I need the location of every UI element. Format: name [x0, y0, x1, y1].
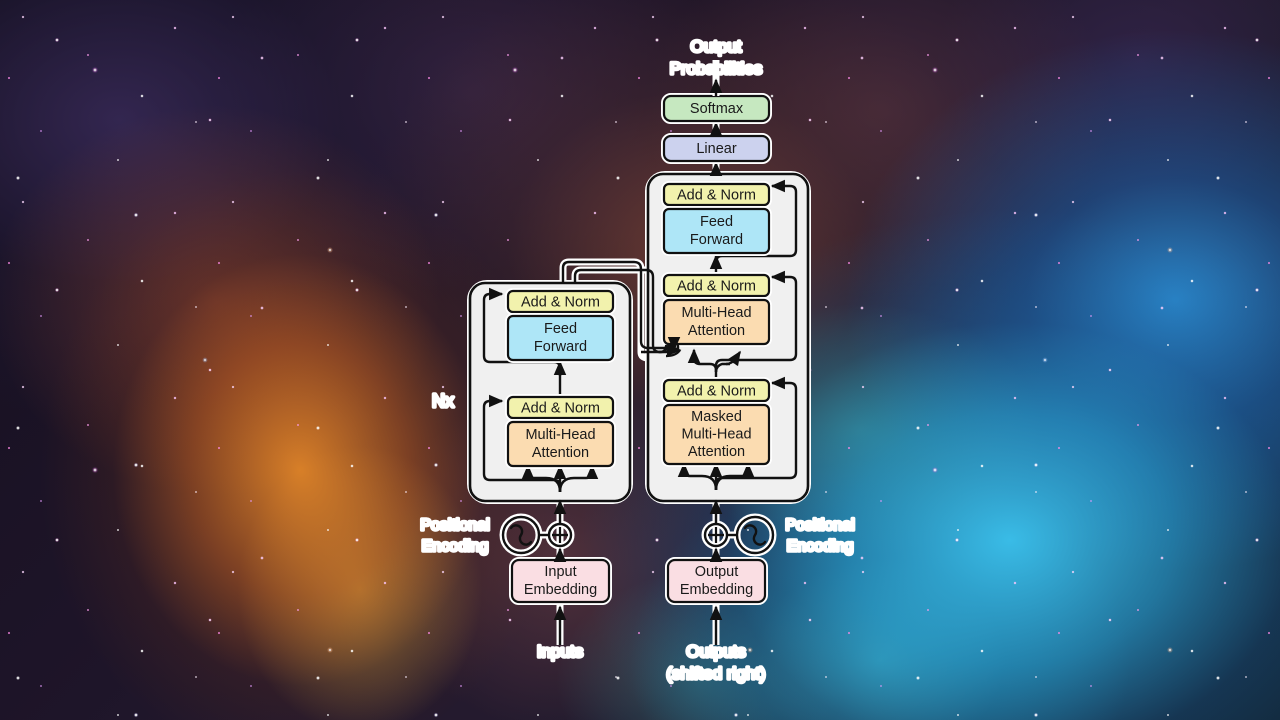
decoder-input-path: Output Embedding Positional Encoding Out… [665, 499, 856, 685]
decoder-add-norm-middle[interactable]: Add & Norm [661, 272, 772, 299]
encoder-add-norm-top-label: Add & Norm [521, 294, 600, 310]
decoder-masked-label-3: Attention [688, 444, 745, 460]
encoder-multi-head-attention-label-2: Attention [532, 445, 589, 461]
encoder-multi-head-attention[interactable]: Multi-Head Attention [505, 419, 616, 469]
output-embedding-label-2: Embedding [680, 582, 753, 598]
decoder-add-node [703, 522, 729, 548]
decoder-masked-label-2: Multi-Head [681, 426, 751, 442]
encoder-add-norm-bottom-label: Add & Norm [521, 400, 600, 416]
linear-block[interactable]: Linear [661, 133, 772, 164]
positional-encoding-label-right-1: Positional [785, 517, 854, 534]
decoder-stack: Add & Norm Feed Forward Add & Norm Multi… [646, 172, 810, 503]
softmax-block[interactable]: Softmax [661, 93, 772, 124]
sine-wave-glyph-icon [743, 524, 767, 546]
decoder-add-norm-middle-label: Add & Norm [677, 278, 756, 294]
decoder-feed-forward[interactable]: Feed Forward [661, 206, 772, 256]
encoder-input-path: Input Embedding Positional Encoding Inpu… [419, 499, 612, 663]
linear-block-label: Linear [696, 141, 736, 157]
encoder-multi-head-attention-label-1: Multi-Head [525, 427, 595, 443]
encoder-feed-forward[interactable]: Feed Forward [505, 313, 616, 363]
softmax-block-label: Softmax [690, 101, 744, 117]
output-embedding-block[interactable]: Output Embedding [665, 557, 768, 605]
encoder-stack: Add & Norm Feed Forward Add & Norm Multi… [468, 281, 632, 503]
decoder-multi-head-attention-label-2: Attention [688, 323, 745, 339]
output-probabilities-label-1: Output [690, 37, 741, 56]
positional-encoding-label-left-2: Encoding [422, 538, 489, 555]
encoder-feed-forward-label-2: Forward [534, 339, 587, 355]
inputs-label: Inputs [537, 642, 583, 661]
positional-encoding-icon-right [735, 515, 775, 555]
positional-encoding-label-left-1: Positional [420, 517, 489, 534]
encoder-add-node [547, 522, 573, 548]
output-probabilities-label-2: Probabilities [670, 59, 763, 78]
encoder-add-norm-bottom[interactable]: Add & Norm [505, 394, 616, 421]
input-embedding-label-1: Input [544, 564, 576, 580]
input-embedding-label-2: Embedding [524, 582, 597, 598]
outputs-label-2: (shifted right) [666, 664, 765, 683]
decoder-add-norm-bottom[interactable]: Add & Norm [661, 377, 772, 404]
decoder-add-norm-bottom-label: Add & Norm [677, 383, 756, 399]
output-head: Linear Softmax Output Probabilities [661, 35, 772, 176]
decoder-masked-multi-head-attention[interactable]: Masked Multi-Head Attention [661, 402, 772, 467]
transformer-architecture-diagram: Add & Norm Feed Forward Add & Norm Multi… [419, 35, 857, 685]
decoder-multi-head-attention-label-1: Multi-Head [681, 305, 751, 321]
outputs-label-1: Outputs [686, 642, 746, 661]
figure-canvas: Add & Norm Feed Forward Add & Norm Multi… [0, 0, 1280, 720]
sine-wave-glyph-icon [509, 524, 533, 546]
decoder-masked-label-1: Masked [691, 409, 742, 425]
decoder-feed-forward-label-2: Forward [690, 232, 743, 248]
input-embedding-block[interactable]: Input Embedding [509, 557, 612, 605]
decoder-feed-forward-label-1: Feed [700, 214, 733, 230]
decoder-multi-head-attention[interactable]: Multi-Head Attention [661, 297, 772, 347]
positional-encoding-label-right-2: Encoding [787, 538, 854, 555]
decoder-add-norm-top-label: Add & Norm [677, 187, 756, 203]
positional-encoding-icon-left [501, 515, 541, 555]
output-embedding-label-1: Output [695, 564, 739, 580]
encoder-add-norm-top[interactable]: Add & Norm [505, 288, 616, 315]
decoder-add-norm-top[interactable]: Add & Norm [661, 181, 772, 208]
encoder-stack-count-label: Nx [432, 391, 454, 411]
encoder-feed-forward-label-1: Feed [544, 321, 577, 337]
